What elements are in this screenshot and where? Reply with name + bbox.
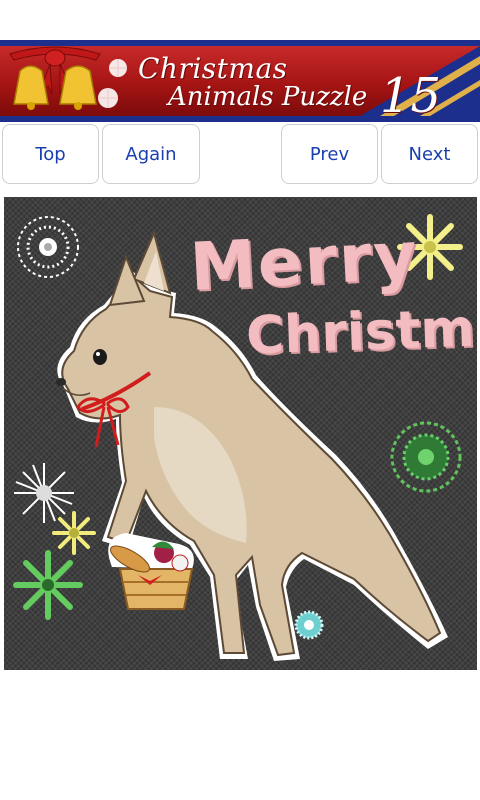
- bells-icon: [9, 46, 127, 110]
- basket-illustration: [108, 533, 194, 610]
- prev-button[interactable]: Prev: [281, 124, 378, 184]
- banner-red-band: Christmas Animals Puzzle 15: [0, 46, 480, 116]
- snowflake-yellow-small-icon: [52, 511, 96, 555]
- puzzle-number: 15: [380, 68, 442, 116]
- top-button[interactable]: Top: [2, 124, 99, 184]
- snowflake-green-icon: [390, 421, 462, 493]
- snowflake-white-icon: [17, 216, 79, 278]
- again-button[interactable]: Again: [102, 124, 200, 184]
- merry-text: Merry: [188, 217, 421, 306]
- christmas-text: Christmas!: [245, 295, 477, 367]
- banner-title-line2: Animals Puzzle: [168, 82, 368, 112]
- banner-title-line1: Christmas: [138, 52, 288, 85]
- title-banner: Christmas Animals Puzzle 15: [0, 40, 480, 122]
- snowflake-white-small-icon: [14, 463, 74, 523]
- puzzle-image[interactable]: Merry Christmas!: [4, 197, 477, 670]
- next-button[interactable]: Next: [381, 124, 478, 184]
- snowflake-green-large-icon: [13, 550, 83, 620]
- snowflake-teal-icon: [294, 610, 324, 640]
